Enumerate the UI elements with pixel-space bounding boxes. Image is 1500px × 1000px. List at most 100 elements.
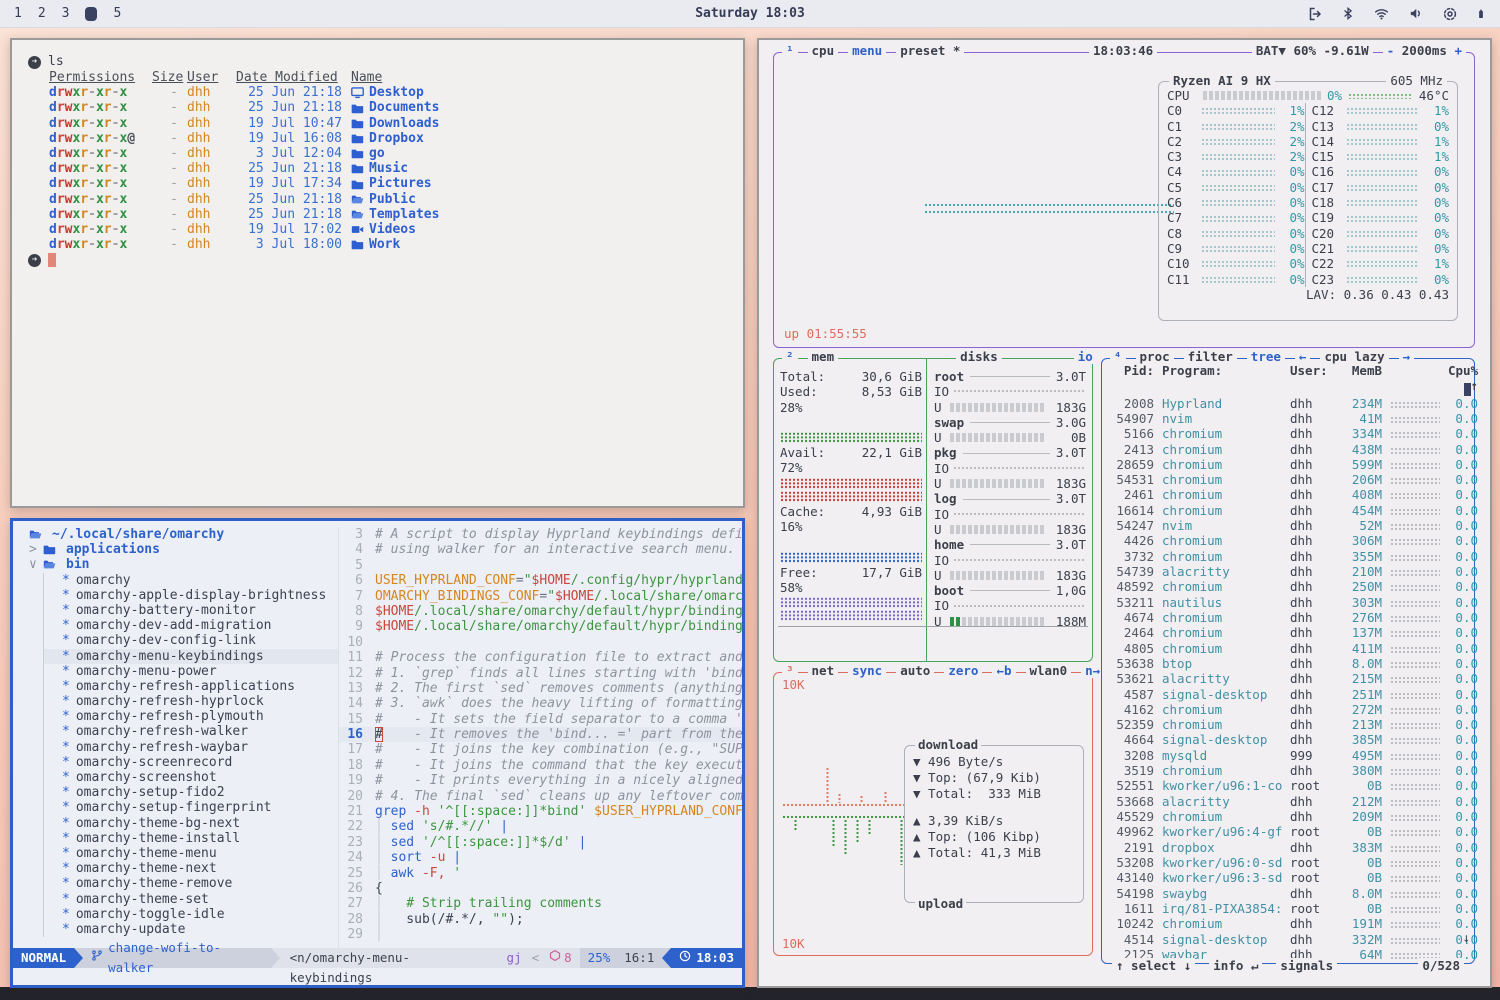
proc-footer-button[interactable]: ↑ select ↓ — [1112, 958, 1195, 973]
proc-tab[interactable]: ⁴ — [1110, 349, 1126, 364]
process-row[interactable]: 53208kworker/u96:0-sdroot0B0.0 — [1108, 855, 1468, 870]
tree-file-omarchy-screenrecord[interactable]: *omarchy-screenrecord — [44, 755, 338, 770]
proc-tab[interactable]: tree — [1247, 349, 1285, 364]
tree-dir-applications[interactable]: >applications — [13, 542, 338, 557]
settings-icon[interactable] — [1442, 6, 1458, 22]
process-row[interactable]: 54739alacrittydhh210M0.0 — [1108, 564, 1468, 579]
tree-file-omarchy-theme-bg-next[interactable]: *omarchy-theme-bg-next — [44, 816, 338, 831]
refresh-interval[interactable]: - 2000ms + — [1383, 43, 1466, 58]
io-title[interactable]: io — [1074, 349, 1097, 364]
process-row[interactable]: 4426chromiumdhh306M0.0 — [1108, 533, 1468, 548]
prompt-line[interactable]: ➜ — [28, 252, 727, 268]
process-row[interactable]: 49962kworker/u96:4-gfroot0B0.0 — [1108, 824, 1468, 839]
process-row[interactable]: 4674chromiumdhh276M0.0 — [1108, 610, 1468, 625]
net-tab[interactable]: ³ — [782, 663, 798, 678]
tree-file-omarchy-refresh-applications[interactable]: *omarchy-refresh-applications — [44, 679, 338, 694]
tree-file-omarchy-theme-menu[interactable]: *omarchy-theme-menu — [44, 846, 338, 861]
process-row[interactable]: 5166chromiumdhh334M0.0 — [1108, 426, 1468, 441]
proc-footer-button[interactable]: info ↵ — [1209, 958, 1262, 973]
tree-file-omarchy-apple-display-brightness[interactable]: *omarchy-apple-display-brightness — [44, 588, 338, 603]
process-row[interactable]: 52359chromiumdhh213M0.0 — [1108, 717, 1468, 732]
tree-file-omarchy[interactable]: *omarchy — [44, 573, 338, 588]
process-row[interactable]: 2191dropboxdhh383M0.0 — [1108, 840, 1468, 855]
process-row[interactable]: 54531chromiumdhh206M0.0 — [1108, 472, 1468, 487]
process-row[interactable]: 48592chromiumdhh250M0.0 — [1108, 579, 1468, 594]
process-mem: 385M — [1336, 732, 1382, 747]
tree-file-omarchy-theme-install[interactable]: *omarchy-theme-install — [44, 831, 338, 846]
logout-icon[interactable] — [1307, 6, 1323, 22]
process-row[interactable]: 53638btopdhh8.0M0.0 — [1108, 656, 1468, 671]
process-row[interactable]: 54247nvimdhh52M0.0 — [1108, 518, 1468, 533]
process-row[interactable]: 54198swaybgdhh8.0M0.0 — [1108, 886, 1468, 901]
tree-file-omarchy-theme-set[interactable]: *omarchy-theme-set — [44, 892, 338, 907]
cpu-tab[interactable]: ¹ — [782, 43, 798, 58]
process-row[interactable]: 43140kworker/u96:3-sdroot0B0.0 — [1108, 870, 1468, 885]
tree-file-omarchy-setup-fido2[interactable]: *omarchy-setup-fido2 — [44, 785, 338, 800]
tree-file-omarchy-refresh-hyprlock[interactable]: *omarchy-refresh-hyprlock — [44, 694, 338, 709]
tree-file-omarchy-setup-fingerprint[interactable]: *omarchy-setup-fingerprint — [44, 800, 338, 815]
process-row[interactable]: 2461chromiumdhh408M0.0 — [1108, 487, 1468, 502]
tree-file-omarchy-screenshot[interactable]: *omarchy-screenshot — [44, 770, 338, 785]
tree-file-omarchy-toggle-idle[interactable]: *omarchy-toggle-idle — [44, 907, 338, 922]
process-row[interactable]: 54907nvimdhh41M0.0 — [1108, 411, 1468, 426]
net-tab[interactable]: zero — [944, 663, 982, 678]
wifi-icon[interactable] — [1373, 6, 1390, 21]
process-row[interactable]: 2008Hyprlanddhh234M0.0 — [1108, 396, 1468, 411]
process-row[interactable]: 53211nautilusdhh303M0.0 — [1108, 595, 1468, 610]
volume-icon[interactable] — [1408, 6, 1424, 21]
cpu-tab[interactable]: preset * — [896, 43, 964, 58]
tree-file-omarchy-theme-remove[interactable]: *omarchy-theme-remove — [44, 876, 338, 891]
process-row[interactable]: 3519chromiumdhh380M0.0 — [1108, 763, 1468, 778]
process-row[interactable]: 4514signal-desktopdhh332M0.0 — [1108, 932, 1468, 947]
process-row[interactable]: 2464chromiumdhh137M0.0 — [1108, 625, 1468, 640]
process-mem: 250M — [1336, 579, 1382, 594]
tree-file-omarchy-dev-config-link[interactable]: *omarchy-dev-config-link — [44, 633, 338, 648]
proc-tab[interactable]: proc — [1136, 349, 1174, 364]
battery-icon[interactable] — [1476, 6, 1486, 22]
net-tab[interactable]: net — [808, 663, 839, 678]
proc-tab[interactable]: cpu lazy — [1320, 349, 1388, 364]
net-tab[interactable]: wlan0 — [1026, 663, 1072, 678]
cpu-tab[interactable]: menu — [848, 43, 886, 58]
mem-total-value: 30,6 GiB — [862, 369, 922, 384]
proc-tab[interactable]: filter — [1184, 349, 1237, 364]
tree-file-omarchy-refresh-plymouth[interactable]: *omarchy-refresh-plymouth — [44, 709, 338, 724]
bluetooth-icon[interactable] — [1341, 6, 1355, 21]
executable-icon: * — [62, 664, 70, 679]
proc-tab[interactable]: ← — [1295, 349, 1311, 364]
net-tab[interactable]: sync — [848, 663, 886, 678]
process-row[interactable]: 4587signal-desktopdhh251M0.0 — [1108, 687, 1468, 702]
tree-file-omarchy-dev-add-migration[interactable]: *omarchy-dev-add-migration — [44, 618, 338, 633]
mem-panel-key[interactable]: ² — [782, 349, 798, 364]
tree-dir-bin[interactable]: ∨bin — [13, 557, 338, 572]
tree-root[interactable]: ~/.local/share/omarchy — [13, 527, 338, 542]
net-tab[interactable]: auto — [896, 663, 934, 678]
tree-file-omarchy-battery-monitor[interactable]: *omarchy-battery-monitor — [44, 603, 338, 618]
proc-tab[interactable]: → — [1399, 349, 1415, 364]
process-row[interactable]: 4162chromiumdhh272M0.0 — [1108, 702, 1468, 717]
process-row[interactable]: 1611irq/81-PIXA3854:root0B0.0 — [1108, 901, 1468, 916]
tree-file-omarchy-refresh-waybar[interactable]: *omarchy-refresh-waybar — [44, 740, 338, 755]
process-row[interactable]: 2413chromiumdhh438M0.0 — [1108, 442, 1468, 457]
process-row[interactable]: 4805chromiumdhh411M0.0 — [1108, 641, 1468, 656]
process-row[interactable]: 10242chromiumdhh191M0.0 — [1108, 916, 1468, 931]
process-row[interactable]: 4664signal-desktopdhh385M0.0 — [1108, 732, 1468, 747]
process-row[interactable]: 53621alacrittydhh215M0.0 — [1108, 671, 1468, 686]
code-editor[interactable]: 3# A script to display Hyprland keybindi… — [338, 527, 742, 948]
tree-file-omarchy-update[interactable]: *omarchy-update — [44, 922, 338, 937]
proc-footer-button[interactable]: signals — [1276, 958, 1337, 973]
process-row[interactable]: 3732chromiumdhh355M0.0 — [1108, 549, 1468, 564]
cpu-tab[interactable]: cpu — [808, 43, 839, 58]
tree-file-omarchy-menu-keybindings[interactable]: *omarchy-menu-keybindings — [44, 649, 338, 664]
net-tab[interactable]: ←b — [992, 663, 1015, 678]
process-row[interactable]: 28659chromiumdhh599M0.0 — [1108, 457, 1468, 472]
scrollbar-thumb[interactable] — [1464, 383, 1471, 396]
process-row[interactable]: 45529chromiumdhh209M0.0 — [1108, 809, 1468, 824]
process-row[interactable]: 53668alacrittydhh212M0.0 — [1108, 794, 1468, 809]
process-row[interactable]: 52551kworker/u96:1-coroot0B0.0 — [1108, 778, 1468, 793]
process-row[interactable]: 16614chromiumdhh454M0.0 — [1108, 503, 1468, 518]
tree-file-omarchy-refresh-walker[interactable]: *omarchy-refresh-walker — [44, 724, 338, 739]
tree-file-omarchy-menu-power[interactable]: *omarchy-menu-power — [44, 664, 338, 679]
tree-file-omarchy-theme-next[interactable]: *omarchy-theme-next — [44, 861, 338, 876]
process-row[interactable]: 3208mysqld999495M0.0 — [1108, 748, 1468, 763]
